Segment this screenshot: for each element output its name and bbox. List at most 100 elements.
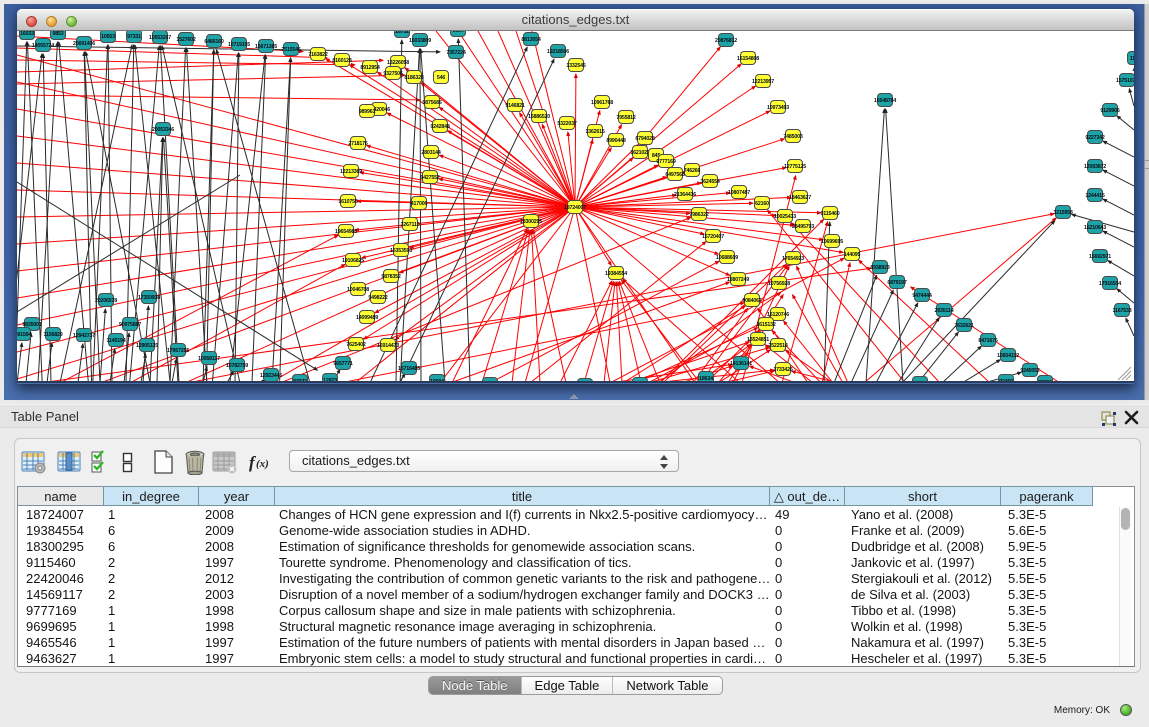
svg-text:1615132: 1615132 [756,322,775,328]
svg-text:3215958: 3215958 [1053,210,1072,216]
svg-text:83922: 83922 [293,379,307,383]
svg-text:8938923: 8938923 [870,265,889,271]
svg-text:1117: 1117 [1130,56,1134,62]
svg-text:746266: 746266 [684,168,701,174]
svg-text:15716485: 15716485 [398,366,420,372]
svg-text:10699695: 10699695 [821,239,843,245]
svg-text:144095: 144095 [844,252,861,258]
svg-text:10958117: 10958117 [198,356,220,362]
svg-text:10756928: 10756928 [768,281,790,287]
svg-text:7485003: 7485003 [783,134,802,140]
svg-text:10688609: 10688609 [716,255,738,261]
svg-text:28495793: 28495793 [792,224,814,230]
svg-text:9657771: 9657771 [333,361,352,367]
svg-text:15720407: 15720407 [702,234,724,240]
svg-text:1244415: 1244415 [1085,193,1104,199]
svg-text:20876812: 20876812 [715,38,737,44]
svg-text:546: 546 [437,75,445,81]
svg-text:7625402: 7625402 [346,342,365,348]
svg-text:16548784: 16548784 [874,98,896,104]
svg-text:9227342: 9227342 [1085,135,1104,141]
svg-text:12942737: 12942737 [73,333,95,339]
svg-text:9084067: 9084067 [742,298,761,304]
svg-text:2803144: 2803144 [421,150,440,156]
svg-text:1621022: 1621022 [630,150,649,156]
svg-text:10094: 10094 [430,379,444,383]
svg-text:7515546: 7515546 [281,47,300,53]
svg-text:10782759: 10782759 [226,363,248,369]
svg-text:14099489: 14099489 [356,315,378,321]
svg-text:9934: 9934 [453,31,464,34]
svg-text:2935114: 2935114 [935,308,954,314]
svg-text:17654923: 17654923 [782,256,804,262]
svg-text:20691406: 20691406 [73,41,95,47]
svg-text:9474444: 9474444 [912,293,931,299]
svg-text:16671385: 16671385 [255,44,277,50]
svg-text:9129906: 9129906 [1100,108,1119,114]
svg-text:15751074: 15751074 [1116,78,1134,84]
svg-text:18724007: 18724007 [564,205,586,211]
svg-text:7955812: 7955812 [616,115,635,121]
svg-text:3267110: 3267110 [401,222,420,228]
svg-text:8186328: 8186328 [404,75,423,81]
svg-text:17359938: 17359938 [138,295,160,301]
svg-text:20206578: 20206578 [95,298,117,304]
svg-text:87653: 87653 [1038,380,1052,383]
svg-text:9853: 9853 [53,31,64,37]
svg-text:8471676: 8471676 [978,338,997,344]
svg-text:7357224: 7357224 [446,50,465,56]
svg-text:9777169: 9777169 [656,159,675,165]
svg-text:5875685: 5875685 [422,100,441,106]
svg-text:3624554: 3624554 [700,179,719,185]
svg-text:8990448: 8990448 [606,138,625,144]
svg-text:10046708: 10046708 [347,287,369,293]
svg-text:15353593: 15353593 [390,248,412,254]
svg-text:15886520: 15886520 [528,114,550,120]
svg-text:9498222: 9498222 [368,295,387,301]
svg-text:1167533: 1167533 [1113,308,1132,314]
svg-text:9242848: 9242848 [430,124,449,130]
svg-text:417006: 417006 [411,201,428,207]
svg-text:2522514: 2522514 [768,343,787,349]
svg-text:18807249: 18807249 [727,277,749,283]
svg-text:1145194: 1145194 [107,338,126,344]
svg-text:14136141: 14136141 [730,361,752,367]
svg-text:19218506: 19218506 [547,49,569,55]
svg-text:12093872: 12093872 [1084,164,1106,170]
svg-text:21364436: 21364436 [674,192,696,198]
svg-text:12775125: 12775125 [784,164,806,170]
svg-text:19654985: 19654985 [335,229,357,235]
svg-text:12823: 12823 [323,378,337,383]
svg-text:9245052: 9245052 [1020,368,1039,374]
svg-text:10973493: 10973493 [767,105,789,111]
svg-text:10654112: 10654112 [997,353,1019,359]
svg-text:6497568: 6497568 [665,172,684,178]
svg-text:9427552: 9427552 [420,175,439,181]
svg-text:18300295: 18300295 [520,219,542,225]
svg-text:5322037: 5322037 [557,121,576,127]
svg-text:7986322: 7986322 [689,212,708,218]
svg-text:391594: 391594 [17,332,31,338]
svg-text:17916504: 17916504 [1099,281,1121,287]
svg-text:12923446: 12923446 [260,373,282,379]
svg-text:6794028: 6794028 [635,136,654,142]
svg-text:13524851: 13524851 [747,337,769,343]
svg-text:10719155: 10719155 [228,42,250,48]
svg-text:14055724: 14055724 [32,43,54,49]
svg-text:16210643: 16210643 [1084,225,1106,231]
svg-text:9878352: 9878352 [381,274,400,280]
svg-text:16033809: 16033809 [409,38,431,44]
svg-text:9327506: 9327506 [383,71,402,77]
svg-text:6466160: 6466160 [204,39,223,45]
svg-text:12213369: 12213369 [340,169,362,175]
svg-text:92450: 92450 [999,379,1013,383]
svg-text:77122: 77122 [633,382,647,383]
svg-text:8813054: 8813054 [521,37,540,43]
svg-text:10961768: 10961768 [591,100,613,106]
svg-text:16033: 16033 [20,31,34,37]
svg-text:9146821: 9146821 [505,103,524,109]
svg-text:1610755: 1610755 [338,199,357,205]
svg-text:1332545: 1332545 [566,63,585,69]
svg-text:20053346: 20053346 [152,127,174,133]
svg-text:(x): (x) [256,458,269,470]
